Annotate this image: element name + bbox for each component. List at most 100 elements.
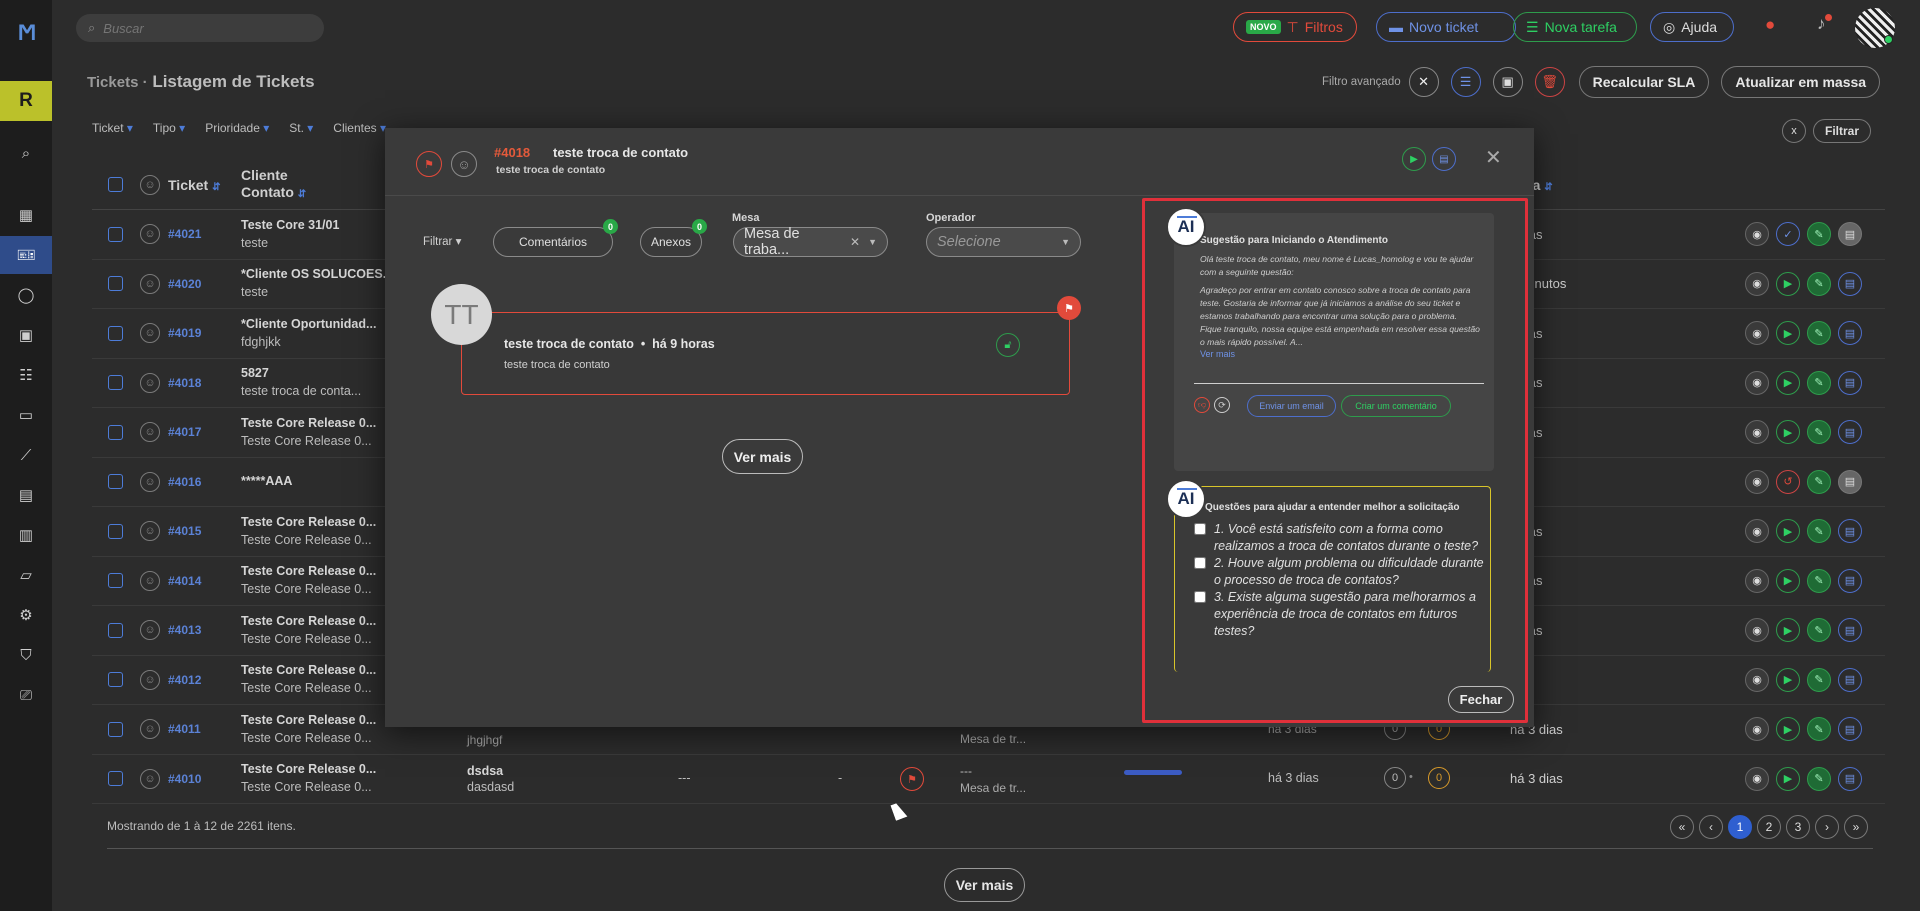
nova-tarefa-button[interactable]: ☰ Nova tarefa <box>1513 12 1637 42</box>
last-page-icon[interactable]: » <box>1844 815 1868 839</box>
folder-icon[interactable]: ▱ <box>0 556 52 594</box>
edit-icon[interactable]: ✎ <box>1807 568 1831 593</box>
view-icon[interactable]: ◉ <box>1745 222 1769 247</box>
filter-ticket[interactable]: Ticket <box>92 121 133 135</box>
view-icon[interactable]: ◉ <box>1745 469 1769 494</box>
edit-icon[interactable]: ✎ <box>1807 618 1831 643</box>
filter-clientes[interactable]: Clientes <box>333 121 386 135</box>
edit-icon[interactable]: ✎ <box>1807 420 1831 445</box>
play-icon[interactable]: ▶ <box>1776 568 1800 593</box>
list-view-icon[interactable]: ☰ <box>1450 67 1481 97</box>
gear-icon[interactable]: ⚙ <box>0 596 52 634</box>
play-icon[interactable]: ▶ <box>1776 717 1800 742</box>
view-icon[interactable]: ◉ <box>1745 321 1769 346</box>
edit-icon[interactable]: ✎ <box>1807 321 1831 346</box>
chat-icon[interactable]: ◯ <box>0 276 52 314</box>
thumbs-down-icon[interactable]: 👎︎ <box>1194 397 1210 413</box>
calendar-icon[interactable]: ▤ <box>1838 766 1862 791</box>
modal-ver-mais-button[interactable]: Ver mais <box>722 439 803 474</box>
undo-icon[interactable]: ↺ <box>1776 469 1800 494</box>
novo-ticket-button[interactable]: ▬ Novo ticket <box>1376 12 1516 42</box>
view-icon[interactable]: ◉ <box>1745 271 1769 296</box>
chat-bubble-icon[interactable]: ● <box>1765 15 1775 35</box>
play-icon[interactable]: ▶ <box>1776 271 1800 296</box>
comentarios-tab[interactable]: Comentários 0 <box>493 219 618 257</box>
edit-icon[interactable]: ✎ <box>1807 222 1831 247</box>
search-icon[interactable]: ⌕ <box>0 134 52 172</box>
select-all-checkbox[interactable] <box>108 177 123 192</box>
view-icon[interactable]: ◉ <box>1745 420 1769 445</box>
monitor-download-icon[interactable]: ⎚ <box>0 676 52 714</box>
priority-flag-icon[interactable]: ⚑ <box>900 767 924 791</box>
ver-mais-button[interactable]: Ver mais <box>944 868 1025 902</box>
view-icon[interactable]: ◉ <box>1745 370 1769 395</box>
row-checkbox[interactable] <box>108 573 123 589</box>
filter-tipo[interactable]: Tipo <box>153 121 185 135</box>
edit-icon[interactable]: ✎ <box>1807 469 1831 494</box>
calendar-icon[interactable]: ▤ <box>1838 321 1862 346</box>
calendar-icon[interactable]: ▤ <box>1838 519 1862 544</box>
question-checkbox[interactable] <box>1194 557 1206 569</box>
enviar-email-button[interactable]: Enviar um email <box>1247 395 1336 417</box>
ticket-id-link[interactable]: #4010 <box>168 772 201 786</box>
brand-logo-icon[interactable]: Ϻ <box>14 22 40 44</box>
row-checkbox[interactable] <box>108 325 123 341</box>
row-checkbox[interactable] <box>108 622 123 638</box>
atualizar-em-massa-button[interactable]: Atualizar em massa <box>1721 66 1881 98</box>
row-checkbox[interactable] <box>108 226 123 242</box>
ticket-id-link[interactable]: #4015 <box>168 524 201 538</box>
ai-ver-mais-link[interactable]: Ver mais <box>1200 349 1235 359</box>
criar-comentario-button[interactable]: Criar um comentário <box>1341 395 1451 417</box>
play-icon[interactable]: ▶ <box>1776 321 1800 346</box>
search-box[interactable]: ⌕ <box>76 14 324 42</box>
sentiment-icon[interactable]: ☺ <box>451 151 477 177</box>
clear-filters-button[interactable]: x <box>1782 119 1806 143</box>
page-2[interactable]: 2 <box>1757 815 1781 839</box>
money-icon[interactable]: ▤ <box>0 476 52 514</box>
edit-icon[interactable]: ✎ <box>1807 717 1831 742</box>
ticket-id-link[interactable]: #4016 <box>168 475 201 489</box>
row-checkbox[interactable] <box>108 771 123 787</box>
play-icon[interactable]: ▶ <box>1776 618 1800 643</box>
tickets-icon[interactable]: 🎫︎ <box>0 236 52 274</box>
calendar-icon[interactable]: ▤ <box>1838 420 1862 445</box>
ticket-id-link[interactable]: #4017 <box>168 425 201 439</box>
view-icon[interactable]: ◉ <box>1745 519 1769 544</box>
row-checkbox[interactable] <box>108 424 123 440</box>
calendar-icon[interactable]: ▤ <box>1838 568 1862 593</box>
view-icon[interactable]: ◉ <box>1745 766 1769 791</box>
devices-icon[interactable]: ▭ <box>0 396 52 434</box>
play-icon[interactable]: ▶ <box>1776 667 1800 692</box>
edit-icon[interactable]: ✎ <box>1807 667 1831 692</box>
ticket-id-link[interactable]: #4014 <box>168 574 201 588</box>
ticket-id-link[interactable]: #4018 <box>168 376 201 390</box>
chart-icon[interactable]: ⟋ <box>0 436 52 474</box>
refresh-icon[interactable]: ⟳ <box>1214 397 1230 413</box>
breadcrumb[interactable]: Tickets · <box>87 74 148 91</box>
play-icon[interactable]: ▶ <box>1776 519 1800 544</box>
filtros-button[interactable]: NOVO ⊤ Filtros <box>1233 12 1357 42</box>
view-icon[interactable]: ◉ <box>1745 618 1769 643</box>
unlock-icon[interactable]: 🔓︎ <box>996 333 1020 357</box>
calendar-icon[interactable]: ▤ <box>1838 667 1862 692</box>
play-icon[interactable]: ▶ <box>1402 147 1426 171</box>
filtrar-button[interactable]: Filtrar <box>1813 119 1871 143</box>
col-ticket[interactable]: Ticket ⇵ <box>168 177 221 193</box>
workspace-avatar[interactable]: R <box>0 81 52 121</box>
edit-icon[interactable]: ✎ <box>1807 519 1831 544</box>
table-row[interactable]: ☺ #4010 Teste Core Release 0... Teste Co… <box>92 755 1885 804</box>
calendar-icon[interactable]: ▤ <box>1838 370 1862 395</box>
edit-icon[interactable]: ✎ <box>1807 370 1831 395</box>
hierarchy-icon[interactable]: ☷ <box>0 356 52 394</box>
recalcular-sla-button[interactable]: Recalcular SLA <box>1578 66 1710 98</box>
edit-icon[interactable]: ✎ <box>1807 271 1831 296</box>
view-icon[interactable]: ◉ <box>1745 667 1769 692</box>
operador-select[interactable]: Selecione ▼ <box>926 227 1081 257</box>
question-checkbox[interactable] <box>1194 591 1206 603</box>
question-checkbox[interactable] <box>1194 523 1206 535</box>
first-page-icon[interactable]: « <box>1670 815 1694 839</box>
calendar-icon[interactable]: ▤ <box>1432 147 1456 171</box>
filter-status[interactable]: St. <box>289 121 313 135</box>
row-checkbox[interactable] <box>108 672 123 688</box>
check-icon[interactable]: ✓ <box>1776 222 1800 247</box>
